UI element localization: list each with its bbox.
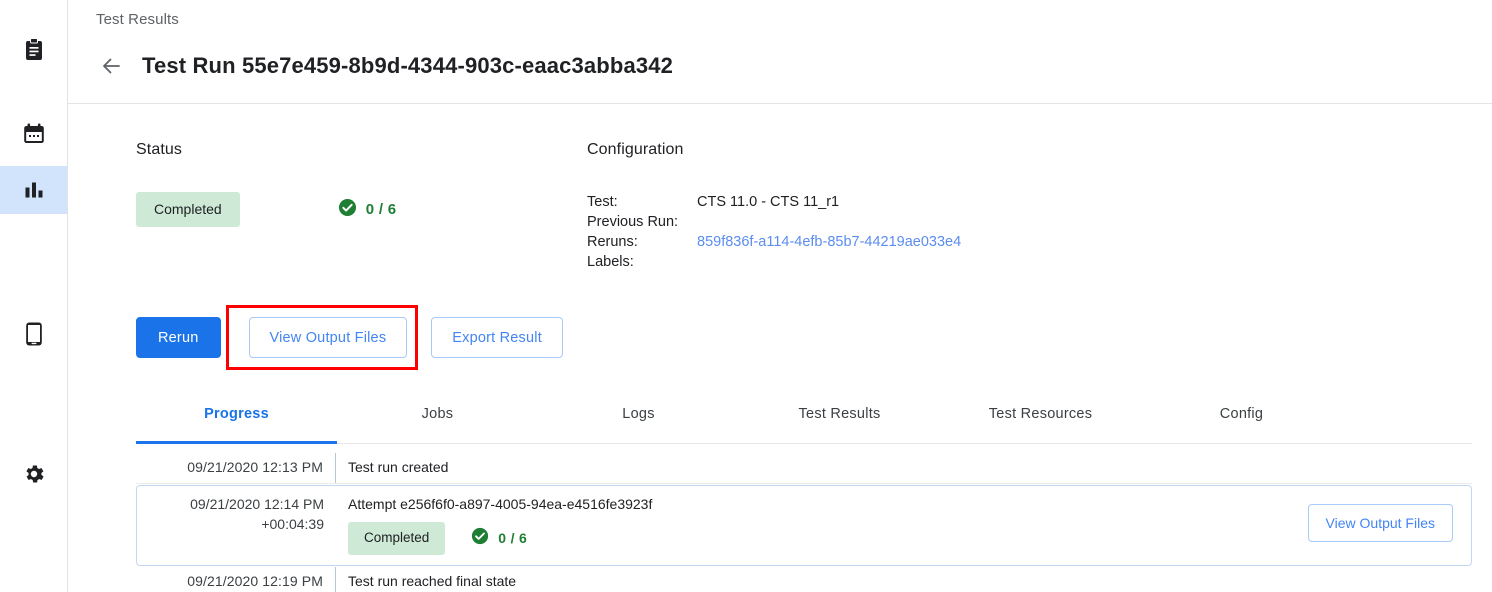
status-count: 0 / 6 <box>338 198 397 222</box>
progress-row-text: Test run created <box>335 453 1472 483</box>
title-row: Test Run 55e7e459-8b9d-4344-903c-eaac3ab… <box>96 38 673 93</box>
status-line: Completed 0 / 6 <box>136 192 566 227</box>
progress-row[interactable]: 09/21/2020 12:13 PM Test run created <box>136 453 1472 484</box>
gear-icon <box>22 462 46 486</box>
progress-row-time: 09/21/2020 12:13 PM <box>136 453 335 483</box>
tab-config[interactable]: Config <box>1141 402 1342 443</box>
configuration-heading: Configuration <box>587 141 1187 159</box>
progress-list: 09/21/2020 12:13 PM Test run created 09/… <box>136 453 1472 592</box>
config-value: 859f836f-a114-4efb-85b7-44219ae033e4 <box>697 232 961 252</box>
sidebar-item-devices[interactable] <box>0 310 67 358</box>
status-heading: Status <box>136 141 566 159</box>
page-title: Test Run 55e7e459-8b9d-4344-903c-eaac3ab… <box>142 53 673 79</box>
progress-row-time: 09/21/2020 12:19 PM <box>136 567 335 592</box>
tab-bar: Progress Jobs Logs Test Results Test Res… <box>136 402 1472 444</box>
config-row-previous-run: Previous Run: <box>587 212 961 232</box>
sidebar <box>0 0 68 592</box>
attempt-count-text: 0 / 6 <box>498 528 527 548</box>
reruns-link[interactable]: 859f836f-a114-4efb-85b7-44219ae033e4 <box>697 234 961 250</box>
configuration-table: Test: CTS 11.0 - CTS 11_r1 Previous Run:… <box>587 192 961 272</box>
attempt-title: Attempt e256f6f0-a897-4005-94ea-e4516fe3… <box>348 494 1471 514</box>
configuration-section: Configuration Test: CTS 11.0 - CTS 11_r1… <box>587 141 1187 272</box>
view-output-files-button[interactable]: View Output Files <box>249 317 408 358</box>
config-key: Previous Run: <box>587 212 697 232</box>
config-value: CTS 11.0 - CTS 11_r1 <box>697 192 961 212</box>
arrow-left-icon[interactable] <box>96 51 126 81</box>
progress-row-time: 09/21/2020 12:14 PM +00:04:39 <box>137 486 336 534</box>
clipboard-icon <box>23 38 45 62</box>
calendar-icon <box>22 122 46 146</box>
tab-test-resources[interactable]: Test Resources <box>940 402 1141 443</box>
attempt-body: Attempt e256f6f0-a897-4005-94ea-e4516fe3… <box>336 486 1471 565</box>
sidebar-item-test-suites[interactable] <box>0 26 67 74</box>
device-icon <box>24 321 44 347</box>
tab-progress[interactable]: Progress <box>136 402 337 443</box>
tab-logs[interactable]: Logs <box>538 402 739 443</box>
sidebar-item-settings[interactable] <box>0 450 67 498</box>
config-key: Reruns: <box>587 232 697 252</box>
app-root: Test Results Test Run 55e7e459-8b9d-4344… <box>0 0 1492 592</box>
status-count-text: 0 / 6 <box>366 201 397 218</box>
progress-row-attempt[interactable]: 09/21/2020 12:14 PM +00:04:39 Attempt e2… <box>136 485 1472 566</box>
config-key: Test: <box>587 192 697 212</box>
tab-test-results[interactable]: Test Results <box>739 402 940 443</box>
progress-row[interactable]: 09/21/2020 12:19 PM Test run reached fin… <box>136 567 1472 592</box>
progress-row-text: Test run reached final state <box>335 567 1472 592</box>
check-circle-icon <box>338 198 357 222</box>
attempt-meta: Completed 0 / 6 <box>348 522 1471 555</box>
sidebar-item-test-results[interactable] <box>0 166 67 214</box>
breadcrumb[interactable]: Test Results <box>96 11 179 28</box>
bar-chart-icon <box>23 179 45 201</box>
config-row-reruns: Reruns: 859f836f-a114-4efb-85b7-44219ae0… <box>587 232 961 252</box>
page-header: Test Results Test Run 55e7e459-8b9d-4344… <box>68 0 1492 104</box>
export-result-button[interactable]: Export Result <box>431 317 563 358</box>
status-badge: Completed <box>136 192 240 227</box>
attempt-timestamp: 09/21/2020 12:14 PM <box>137 494 324 514</box>
config-value <box>697 252 961 272</box>
attempt-view-output-files-button[interactable]: View Output Files <box>1308 504 1453 542</box>
config-row-test: Test: CTS 11.0 - CTS 11_r1 <box>587 192 961 212</box>
config-value <box>697 212 961 232</box>
attempt-duration: +00:04:39 <box>137 514 324 534</box>
tab-jobs[interactable]: Jobs <box>337 402 538 443</box>
config-key: Labels: <box>587 252 697 272</box>
status-section: Status Completed 0 / 6 <box>136 141 566 227</box>
attempt-status-badge: Completed <box>348 522 445 555</box>
config-row-labels: Labels: <box>587 252 961 272</box>
rerun-button[interactable]: Rerun <box>136 317 221 358</box>
attempt-count: 0 / 6 <box>471 527 527 550</box>
action-button-row: Rerun View Output Files Export Result <box>136 317 563 358</box>
sidebar-item-test-plans[interactable] <box>0 110 67 158</box>
check-circle-icon <box>471 527 489 550</box>
